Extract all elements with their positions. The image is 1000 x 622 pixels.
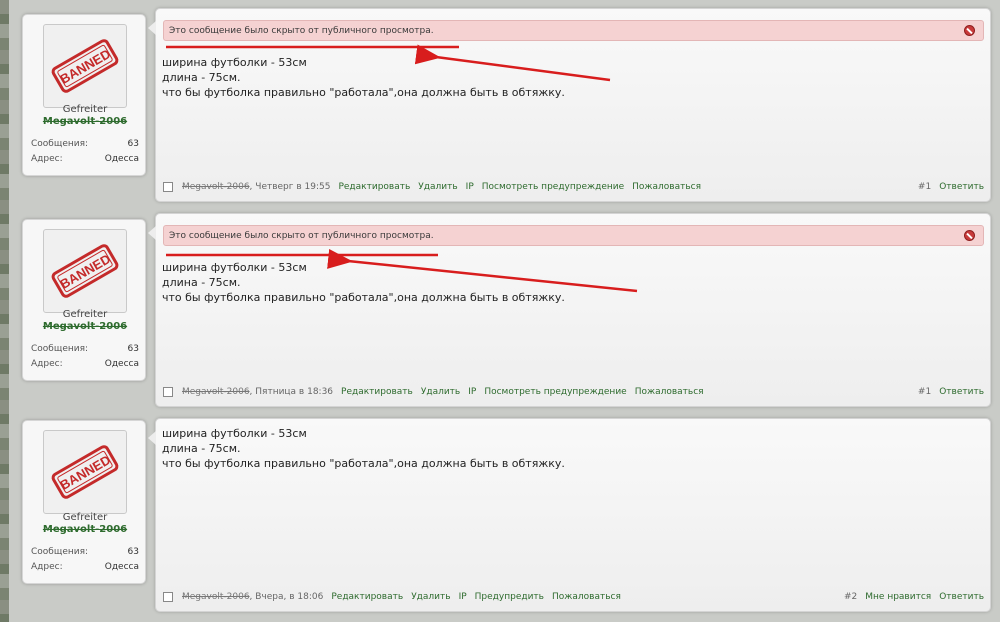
post-body: ширина футболки - 53см длина - 75см. что… xyxy=(162,426,565,471)
like-link[interactable]: Мне нравится xyxy=(865,592,931,602)
post-number[interactable]: #1 xyxy=(918,182,931,192)
select-post-checkbox[interactable] xyxy=(163,182,173,192)
post-message: Это сообщение было скрыто от публичного … xyxy=(148,213,991,407)
post-date: , Пятница в 18:36 xyxy=(249,387,334,397)
post-footer: Megavolt-2006 , Вчера, в 18:06 Редактиро… xyxy=(163,590,984,604)
view-warning-link[interactable]: Посмотреть предупреждение xyxy=(482,182,624,192)
address-value: Одесса xyxy=(104,359,139,369)
post-number[interactable]: #2 xyxy=(844,592,857,602)
author-name[interactable]: Megavolt-2006 xyxy=(182,182,250,192)
user-rank: Gefreiter xyxy=(62,512,108,523)
post-date: , Вчера, в 18:06 xyxy=(249,592,324,602)
post-line: длина - 75см. xyxy=(162,442,241,455)
post-body: ширина футболки - 53см длина - 75см. что… xyxy=(162,260,565,305)
post-line: что бы футболка правильно "работала",она… xyxy=(162,291,565,304)
username-link[interactable]: Megavolt-2006 xyxy=(23,116,147,127)
banned-stamp-icon: BANNED xyxy=(51,39,119,93)
post-message: Это сообщение было скрыто от публичного … xyxy=(148,8,991,202)
hidden-notice-text: Это сообщение было скрыто от публичного … xyxy=(169,26,434,36)
post-body: ширина футболки - 53см длина - 75см. что… xyxy=(162,55,565,100)
ip-link[interactable]: IP xyxy=(459,592,467,602)
author-name[interactable]: Megavolt-2006 xyxy=(182,387,250,397)
delete-link[interactable]: Удалить xyxy=(421,387,460,397)
username-link[interactable]: Megavolt-2006 xyxy=(23,321,147,332)
post-date: , Четверг в 19:55 xyxy=(249,182,331,192)
post-line: ширина футболки - 53см xyxy=(162,56,307,69)
post-actions-right: #1 Ответить xyxy=(918,182,984,192)
author-name[interactable]: Megavolt-2006 xyxy=(182,592,250,602)
post-footer: Megavolt-2006 , Четверг в 19:55 Редактир… xyxy=(163,180,984,194)
post-actions-right: #2 Мне нравится Ответить xyxy=(844,592,984,602)
messages-label: Сообщения: xyxy=(31,344,89,354)
messages-label: Сообщения: xyxy=(31,547,89,557)
banned-stamp-icon: BANNED xyxy=(51,244,119,298)
ip-link[interactable]: IP xyxy=(466,182,474,192)
address-value: Одесса xyxy=(104,154,139,164)
delete-link[interactable]: Удалить xyxy=(411,592,450,602)
address-value: Одесса xyxy=(104,562,139,572)
user-rank: Gefreiter xyxy=(62,309,108,320)
address-label: Адрес: xyxy=(31,359,63,369)
address-label: Адрес: xyxy=(31,562,63,572)
delete-link[interactable]: Удалить xyxy=(418,182,457,192)
ip-link[interactable]: IP xyxy=(468,387,476,397)
report-link[interactable]: Пожаловаться xyxy=(552,592,621,602)
post-line: ширина футболки - 53см xyxy=(162,261,307,274)
post-line: что бы футболка правильно "работала",она… xyxy=(162,457,565,470)
user-info-card: BANNED Gefreiter Megavolt-2006 Сообщения… xyxy=(22,14,146,176)
post-message: ширина футболки - 53см длина - 75см. что… xyxy=(148,418,991,612)
reply-link[interactable]: Ответить xyxy=(939,182,984,192)
post-line: длина - 75см. xyxy=(162,276,241,289)
post-line: ширина футболки - 53см xyxy=(162,427,307,440)
banned-stamp-icon: BANNED xyxy=(51,445,119,499)
select-post-checkbox[interactable] xyxy=(163,592,173,602)
hidden-post-notice: Это сообщение было скрыто от публичного … xyxy=(163,20,984,41)
messages-label: Сообщения: xyxy=(31,139,89,149)
report-link[interactable]: Пожаловаться xyxy=(635,387,704,397)
messages-count: 63 xyxy=(127,139,139,149)
select-post-checkbox[interactable] xyxy=(163,387,173,397)
avatar[interactable]: BANNED xyxy=(43,229,127,313)
edit-link[interactable]: Редактировать xyxy=(331,592,403,602)
left-edge-decoration xyxy=(0,0,9,622)
user-info-card: BANNED Gefreiter Megavolt-2006 Сообщения… xyxy=(22,219,146,381)
report-link[interactable]: Пожаловаться xyxy=(632,182,701,192)
user-info-card: BANNED Gefreiter Megavolt-2006 Сообщения… xyxy=(22,420,146,584)
post-number[interactable]: #1 xyxy=(918,387,931,397)
edit-link[interactable]: Редактировать xyxy=(338,182,410,192)
no-entry-icon xyxy=(964,25,975,36)
messages-count: 63 xyxy=(127,344,139,354)
post-line: что бы футболка правильно "работала",она… xyxy=(162,86,565,99)
username-link[interactable]: Megavolt-2006 xyxy=(23,524,147,535)
hidden-notice-text: Это сообщение было скрыто от публичного … xyxy=(169,231,434,241)
post-line: длина - 75см. xyxy=(162,71,241,84)
warn-link[interactable]: Предупредить xyxy=(475,592,544,602)
avatar[interactable]: BANNED xyxy=(43,430,127,514)
post-actions-right: #1 Ответить xyxy=(918,387,984,397)
post-footer: Megavolt-2006 , Пятница в 18:36 Редактир… xyxy=(163,385,984,399)
hidden-post-notice: Это сообщение было скрыто от публичного … xyxy=(163,225,984,246)
user-rank: Gefreiter xyxy=(62,104,108,115)
avatar[interactable]: BANNED xyxy=(43,24,127,108)
messages-count: 63 xyxy=(127,547,139,557)
reply-link[interactable]: Ответить xyxy=(939,592,984,602)
no-entry-icon xyxy=(964,230,975,241)
edit-link[interactable]: Редактировать xyxy=(341,387,413,397)
view-warning-link[interactable]: Посмотреть предупреждение xyxy=(484,387,626,397)
address-label: Адрес: xyxy=(31,154,63,164)
reply-link[interactable]: Ответить xyxy=(939,387,984,397)
